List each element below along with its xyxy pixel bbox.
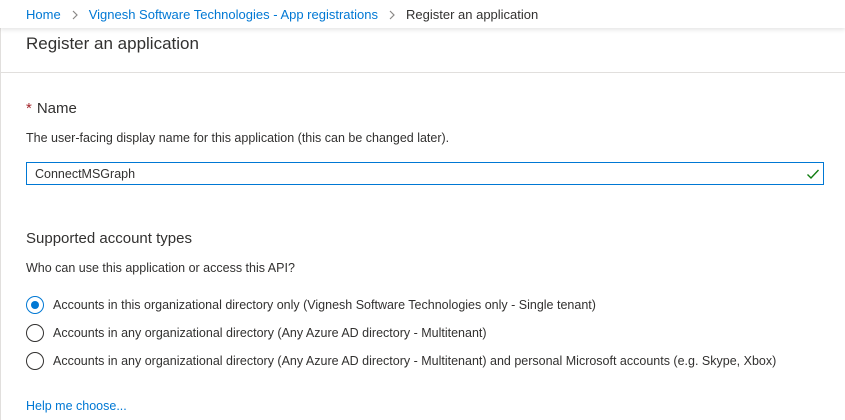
left-divider [0, 28, 1, 420]
checkmark-icon [806, 167, 820, 181]
name-heading-label: Name [36, 100, 77, 117]
radio-label: Accounts in this organizational director… [53, 298, 596, 312]
page-header: Register an application [1, 28, 845, 73]
help-me-choose-link[interactable]: Help me choose... [26, 399, 127, 413]
radio-button[interactable] [26, 296, 44, 314]
top-bar: Home Vignesh Software Technologies - App… [0, 0, 845, 28]
chevron-right-icon [71, 10, 79, 20]
breadcrumb-app-registrations-link[interactable]: Vignesh Software Technologies - App regi… [89, 7, 378, 22]
name-heading: * Name [26, 100, 77, 117]
name-input[interactable] [27, 163, 797, 184]
account-types-question: Who can use this application or access t… [26, 261, 295, 275]
required-marker: * [26, 100, 32, 117]
account-type-option-single-tenant[interactable]: Accounts in this organizational director… [26, 295, 596, 315]
breadcrumb-home-link[interactable]: Home [26, 7, 61, 22]
radio-label: Accounts in any organizational directory… [53, 326, 487, 340]
breadcrumb-current: Register an application [406, 7, 539, 22]
radio-button[interactable] [26, 352, 44, 370]
radio-label: Accounts in any organizational directory… [53, 354, 777, 368]
radio-selected-dot [31, 301, 39, 309]
radio-button[interactable] [26, 324, 44, 342]
name-description: The user-facing display name for this ap… [26, 131, 450, 145]
account-type-option-multitenant[interactable]: Accounts in any organizational directory… [26, 323, 487, 343]
page-title: Register an application [26, 34, 199, 53]
account-type-option-multitenant-personal[interactable]: Accounts in any organizational directory… [26, 351, 776, 371]
breadcrumb: Home Vignesh Software Technologies - App… [26, 7, 538, 22]
name-field [26, 162, 824, 185]
chevron-right-icon [388, 10, 396, 20]
account-types-heading: Supported account types [26, 230, 192, 247]
